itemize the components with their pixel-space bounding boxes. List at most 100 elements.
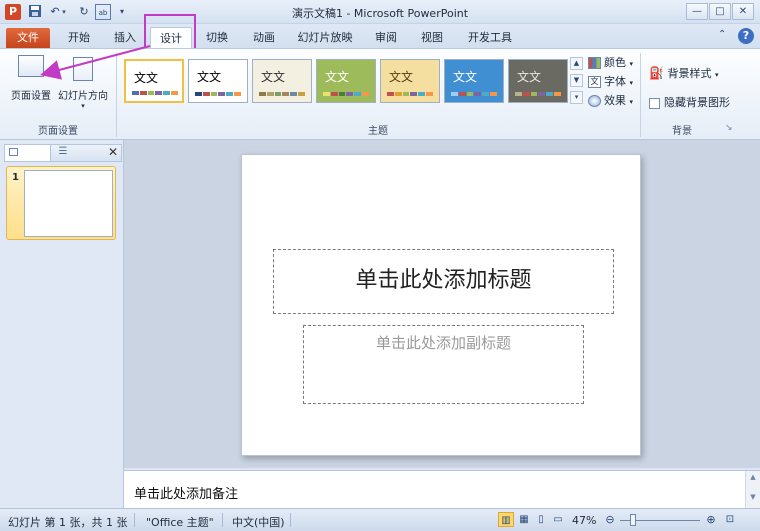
theme-sample-text: 文文 [134,71,159,85]
color-swatch [394,92,402,96]
color-swatch [147,91,155,95]
effects-icon [588,95,601,107]
gallery-down-icon[interactable]: ▼ [570,74,583,87]
slide-orientation-button[interactable]: 幻灯片方向 ▾ [54,55,112,117]
color-swatch [274,92,282,96]
paint-bucket-icon: ⛽ [649,66,664,80]
tab-file[interactable]: 文件 [6,28,50,48]
fit-to-window-icon[interactable]: ⊡ [722,512,738,527]
theme-color-swatches [515,92,561,96]
page-setup-button[interactable]: 页面设置 [8,55,54,107]
color-swatch [482,92,490,96]
gallery-more-icon[interactable]: ▾ [570,91,583,104]
close-button[interactable]: ✕ [732,3,754,20]
color-swatch [171,91,178,95]
theme-sample-text: 文文 [261,70,286,84]
theme-thumbnail[interactable]: 文文 [188,59,248,103]
tab-home[interactable]: 开始 [60,27,98,48]
language-status[interactable]: 中文(中国) [232,514,285,530]
zoom-slider-thumb[interactable] [630,514,636,526]
dialog-launcher-icon[interactable]: ↘ [725,123,733,133]
color-swatch [451,92,458,96]
status-bar: 幻灯片 第 1 张，共 1 张 "Office 主题" 中文(中国) ▥ ▦ ▯… [0,508,760,531]
tab-animations[interactable]: 动画 [244,27,284,48]
theme-thumbnail[interactable]: 文文 [444,59,504,103]
notes-pane[interactable]: 单击此处添加备注 ▲ ▼ [124,470,760,509]
color-swatch [139,91,147,95]
thumbnail-preview [24,170,113,237]
theme-status: "Office 主题" [146,516,214,529]
title-placeholder[interactable]: 单击此处添加标题 [273,249,614,314]
color-swatch [234,92,241,96]
title-bar: P ↶ ▾ ↻ ab ▾ 演示文稿1 - Microsoft PowerPoin… [0,0,760,24]
color-swatch [490,92,497,96]
theme-thumbnail[interactable]: 文文 [124,59,184,103]
colors-icon [588,57,601,69]
slides-tab-icon [9,148,18,156]
theme-effects-button[interactable]: 效果 ▾ [588,92,633,108]
group-divider [640,53,641,137]
zoom-out-icon[interactable]: ⊖ [602,512,618,527]
outline-tab-icon[interactable]: ☰ [55,146,71,157]
background-styles-button[interactable]: ⛽ 背景样式 ▾ [649,65,718,81]
color-swatch [346,92,354,96]
help-icon[interactable]: ? [738,28,754,44]
minimize-button[interactable]: — [686,3,708,20]
status-divider [134,513,135,527]
theme-colors-button[interactable]: 颜色 ▾ [588,54,633,70]
color-swatch [466,92,474,96]
hide-background-graphics-checkbox[interactable]: 隐藏背景图形 [649,94,730,110]
theme-sample-text: 文文 [325,70,350,84]
tab-review[interactable]: 审阅 [366,27,406,48]
slide-thumbnail[interactable]: 1 [6,166,116,240]
group-divider [116,53,117,137]
tab-slides[interactable] [5,145,51,161]
theme-thumbnail[interactable]: 文文 [508,59,568,103]
checkbox-icon [649,97,660,109]
color-swatch [402,92,410,96]
gallery-up-icon[interactable]: ▲ [570,57,583,70]
color-swatch [338,92,346,96]
window-title: 演示文稿1 - Microsoft PowerPoint [291,7,469,20]
color-swatch [530,92,538,96]
theme-fonts-button[interactable]: 文字体 ▾ [588,73,633,89]
reading-view-icon[interactable]: ▯ [533,512,549,527]
ribbon-minimize-icon[interactable]: ⌃ [718,29,726,40]
color-swatch [290,92,298,96]
color-swatch [210,92,218,96]
close-pane-icon[interactable]: ✕ [105,145,121,159]
normal-view-icon[interactable]: ▥ [498,512,514,527]
page-setup-icon [18,55,44,77]
color-swatch [323,92,330,96]
subtitle-placeholder[interactable]: 单击此处添加副标题 [303,325,584,404]
theme-thumbnail[interactable]: 文文 [316,59,376,103]
theme-thumbnail[interactable]: 文文 [252,59,312,103]
tab-insert[interactable]: 插入 [106,27,144,48]
color-swatch [515,92,522,96]
theme-colors-label: 颜色 [604,56,626,69]
zoom-level[interactable]: 47% [572,514,596,527]
tab-view[interactable]: 视图 [412,27,452,48]
page-setup-group-label: 页面设置 [38,126,78,137]
scroll-up-icon[interactable]: ▲ [746,473,760,481]
theme-color-swatches [323,92,369,96]
slide-orientation-label: 幻灯片方向 [58,91,108,102]
slides-pane: ☰ ✕ 1 [0,140,124,508]
theme-color-swatches [195,92,241,96]
color-swatch [226,92,234,96]
slideshow-view-icon[interactable]: ▭ [550,512,566,527]
tab-developer[interactable]: 开发工具 [462,27,518,48]
maximize-button[interactable]: □ [709,3,731,20]
tab-transitions[interactable]: 切换 [198,27,236,48]
zoom-in-icon[interactable]: ⊕ [703,512,719,527]
tab-slideshow[interactable]: 幻灯片放映 [292,27,358,48]
theme-thumbnail[interactable]: 文文 [380,59,440,103]
chevron-down-icon: ▾ [81,102,85,110]
scroll-down-icon[interactable]: ▼ [746,493,760,501]
hide-background-graphics-label: 隐藏背景图形 [664,96,730,109]
notes-placeholder[interactable]: 单击此处添加备注 [134,483,238,502]
color-swatch [282,92,290,96]
slide-canvas[interactable]: 单击此处添加标题 单击此处添加副标题 [241,154,641,456]
notes-scrollbar[interactable]: ▲ ▼ [745,471,760,509]
slide-sorter-icon[interactable]: ▦ [516,512,532,527]
